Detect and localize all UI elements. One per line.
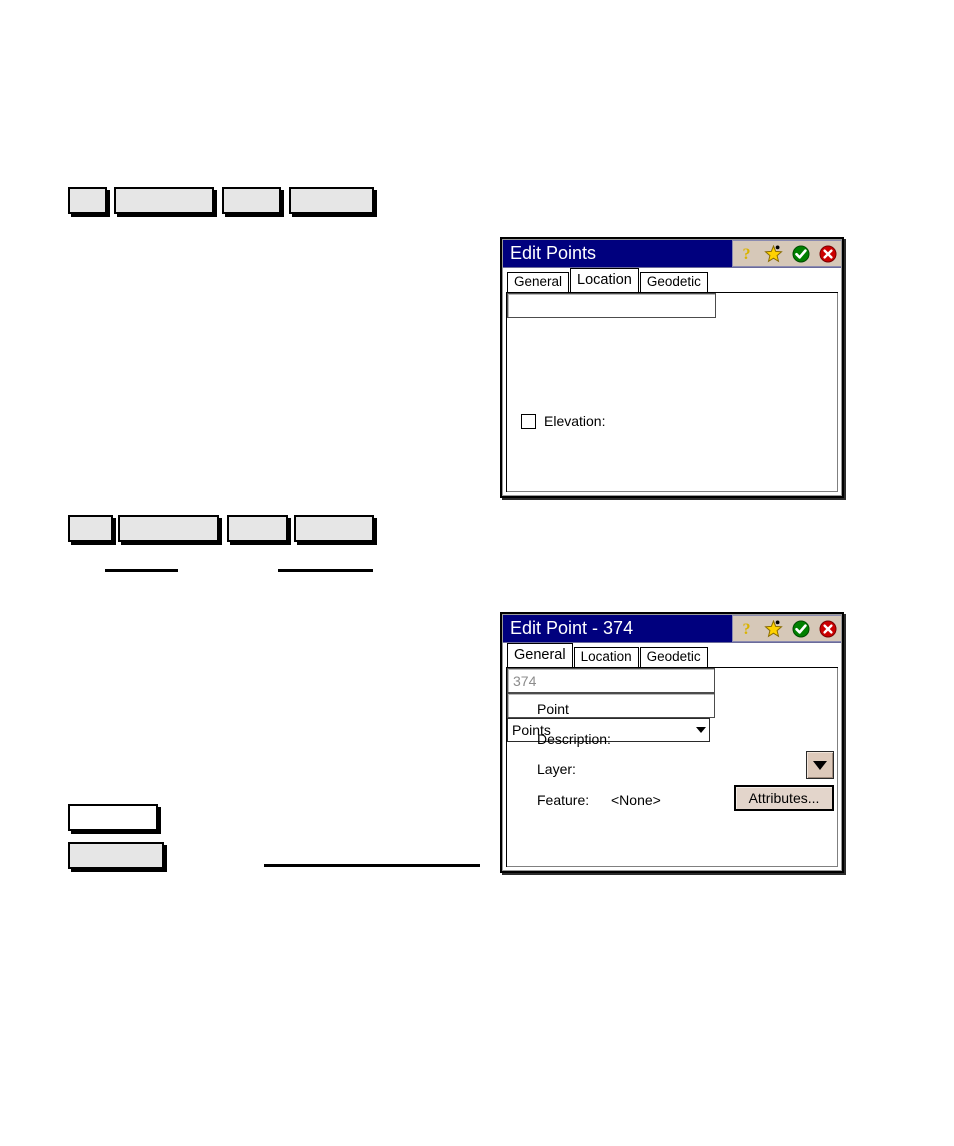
description-label: Description: xyxy=(537,731,611,747)
tab-general[interactable]: General xyxy=(507,272,570,292)
elevation-row: Elevation: xyxy=(521,413,605,429)
edit-point-374-tabstrip: General Location Geodetic xyxy=(503,643,841,667)
attributes-button[interactable]: Attributes... xyxy=(734,785,834,811)
ok-check-icon[interactable] xyxy=(791,244,810,263)
edit-point-374-title: Edit Point - 374 xyxy=(510,618,634,638)
redacted-underline-1 xyxy=(105,569,178,572)
redacted-button-1[interactable] xyxy=(68,187,107,214)
titlebar-icon-group: ? xyxy=(732,240,841,267)
tab-geodetic[interactable]: Geodetic xyxy=(639,647,708,667)
redacted-field-white[interactable] xyxy=(68,804,158,831)
elevation-input[interactable] xyxy=(507,293,716,318)
edit-points-pane: Elevation: xyxy=(506,292,838,492)
titlebar-icon-group: ? xyxy=(732,615,841,642)
layer-label: Layer: xyxy=(537,761,576,777)
redacted-button-6[interactable] xyxy=(118,515,219,542)
chevron-down-icon[interactable] xyxy=(693,727,709,733)
redacted-button-5[interactable] xyxy=(68,515,113,542)
layer-dropdown-button[interactable] xyxy=(806,751,834,779)
redacted-button-8[interactable] xyxy=(294,515,374,542)
help-icon[interactable]: ? xyxy=(737,244,756,263)
point-input[interactable]: 374 xyxy=(507,668,715,693)
redacted-button-3[interactable] xyxy=(222,187,281,214)
edit-point-374-dialog: Edit Point - 374 ? General Location Geod… xyxy=(500,612,844,873)
tab-location[interactable]: Location xyxy=(570,268,639,292)
favorites-star-icon[interactable] xyxy=(764,619,783,638)
elevation-checkbox[interactable] xyxy=(521,413,536,429)
point-label: Point xyxy=(537,701,569,717)
close-x-icon[interactable] xyxy=(818,619,837,638)
tab-general[interactable]: General xyxy=(507,643,573,667)
redacted-button-4[interactable] xyxy=(289,187,374,214)
edit-points-dialog: Edit Points ? General Location Geodetic … xyxy=(500,237,844,498)
edit-points-titlebar: Edit Points ? xyxy=(503,240,841,268)
elevation-label: Elevation: xyxy=(544,413,606,429)
svg-text:?: ? xyxy=(743,621,751,637)
redacted-underline-2 xyxy=(278,569,373,572)
edit-points-title: Edit Points xyxy=(510,243,597,263)
edit-point-374-titlebar: Edit Point - 374 ? xyxy=(503,615,841,643)
redacted-button-2[interactable] xyxy=(114,187,214,214)
help-icon[interactable]: ? xyxy=(737,619,756,638)
redacted-button-gray[interactable] xyxy=(68,842,164,869)
tab-location[interactable]: Location xyxy=(573,647,639,667)
feature-value: <None> xyxy=(611,792,661,808)
edit-point-374-pane: Point 374 Description: Layer: Points Fea… xyxy=(506,667,838,867)
chevron-down-icon xyxy=(813,760,827,770)
svg-text:?: ? xyxy=(743,246,751,262)
ok-check-icon[interactable] xyxy=(791,619,810,638)
feature-label: Feature: xyxy=(537,792,590,808)
redacted-button-7[interactable] xyxy=(227,515,288,542)
edit-points-tabstrip: General Location Geodetic xyxy=(503,268,841,292)
redacted-underline-3 xyxy=(264,864,480,867)
tab-geodetic[interactable]: Geodetic xyxy=(639,272,708,292)
close-x-icon[interactable] xyxy=(818,244,837,263)
favorites-star-icon[interactable] xyxy=(764,244,783,263)
